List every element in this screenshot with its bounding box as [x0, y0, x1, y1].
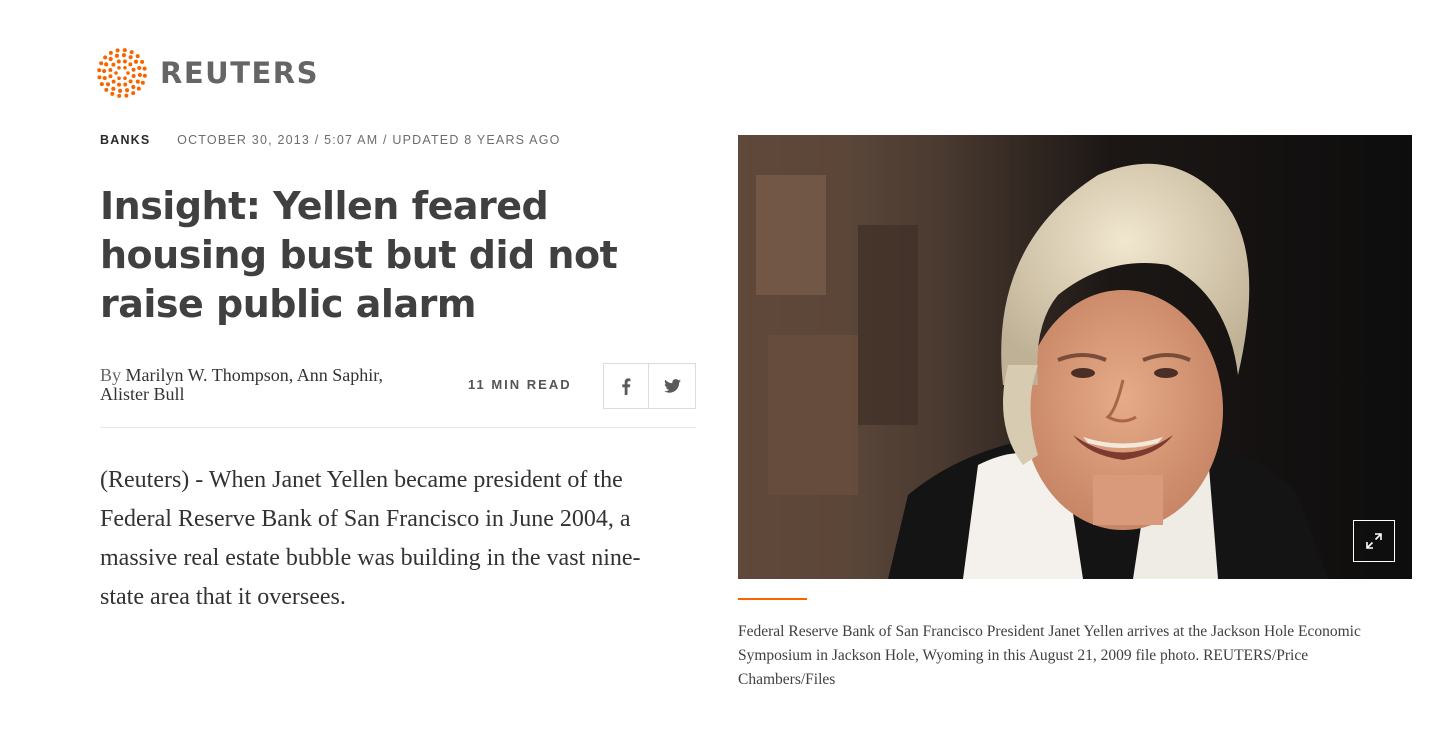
logo-dot — [140, 59, 145, 64]
logo-dot — [117, 88, 123, 93]
twitter-icon — [663, 379, 681, 393]
logo-dot — [137, 72, 142, 78]
logo-dot — [124, 88, 130, 93]
logo-dot — [114, 53, 120, 58]
article-body-paragraph: (Reuters) - When Janet Yellen became pre… — [100, 467, 641, 610]
logo-dot — [102, 68, 107, 74]
logo-dot — [105, 82, 111, 87]
logo-dot — [117, 82, 122, 87]
logo-dot — [111, 62, 116, 67]
dateline: OCTOBER 30, 2013 / 5:07 AM / UPDATED 8 Y… — [177, 133, 561, 147]
article-meta: BANKS OCTOBER 30, 2013 / 5:07 AM / UPDAT… — [100, 133, 561, 147]
logo-dot — [129, 50, 134, 55]
logo-dot — [121, 53, 127, 58]
logo-dot — [123, 82, 128, 87]
logo-dot — [108, 56, 113, 62]
logo-dot — [111, 79, 116, 84]
facebook-share-button[interactable] — [603, 363, 649, 409]
photo-caption: Federal Reserve Bank of San Francisco Pr… — [738, 623, 1361, 688]
logo-dot — [128, 62, 133, 67]
logo-dot — [140, 80, 145, 85]
logo-dot — [114, 71, 118, 75]
logo-dot — [122, 48, 127, 53]
logo-dot — [128, 79, 133, 84]
logo-dot — [133, 59, 139, 64]
logo-dot — [123, 66, 127, 70]
logo-dot — [135, 79, 140, 84]
logo-dot — [103, 55, 108, 60]
twitter-share-button[interactable] — [649, 363, 696, 409]
logo-dot — [131, 84, 136, 90]
logo-dot — [116, 59, 121, 64]
logo-dot — [99, 82, 104, 87]
logo-dot — [97, 75, 102, 80]
reuters-logo[interactable]: REUTERS — [96, 48, 319, 98]
logo-dot — [131, 67, 136, 72]
logo-dot — [131, 91, 136, 96]
logo-dot — [123, 76, 127, 80]
logo-dot — [131, 73, 136, 78]
logo-dot — [137, 65, 142, 71]
logo-dot — [126, 71, 130, 75]
logo-dot — [99, 61, 104, 66]
logo-dot — [108, 50, 113, 55]
byline-authors[interactable]: Marilyn W. Thompson, Ann Saphir, Alister… — [100, 365, 383, 404]
logo-dot — [122, 59, 127, 64]
logo-dot — [108, 68, 113, 73]
logo-dot — [104, 62, 109, 67]
share-buttons — [603, 363, 696, 409]
logo-dot — [110, 91, 115, 96]
read-time: 11 MIN READ — [468, 377, 572, 392]
logo-dot — [142, 73, 147, 78]
article-headline: Insight: Yellen feared housing bust but … — [100, 184, 618, 326]
facebook-icon — [622, 377, 631, 395]
logo-dot — [97, 68, 102, 73]
byline-divider — [100, 427, 696, 428]
logo-dot — [117, 93, 122, 98]
article-photo[interactable] — [738, 135, 1412, 579]
logo-dot — [136, 86, 141, 91]
logo-dot — [108, 74, 113, 79]
byline-prefix: By — [100, 365, 122, 385]
logo-dot — [117, 66, 121, 70]
logo-dot — [117, 76, 121, 80]
section-label[interactable]: BANKS — [100, 133, 150, 147]
expand-photo-button[interactable] — [1353, 520, 1395, 562]
logo-dot — [115, 48, 120, 53]
byline: By Marilyn W. Thompson, Ann Saphir, Alis… — [100, 366, 430, 404]
expand-icon — [1366, 533, 1382, 549]
logo-dot — [128, 55, 133, 60]
logo-dot — [104, 87, 109, 92]
reuters-dot-sphere-icon — [97, 48, 147, 98]
logo-dot — [111, 86, 116, 91]
logo-dot — [135, 54, 140, 59]
caption-accent-rule — [738, 598, 807, 600]
portrait-illustration — [738, 135, 1412, 579]
logo-dot — [102, 75, 107, 81]
logo-dot — [124, 93, 129, 98]
brand-name: REUTERS — [160, 55, 319, 90]
logo-dot — [142, 66, 147, 71]
